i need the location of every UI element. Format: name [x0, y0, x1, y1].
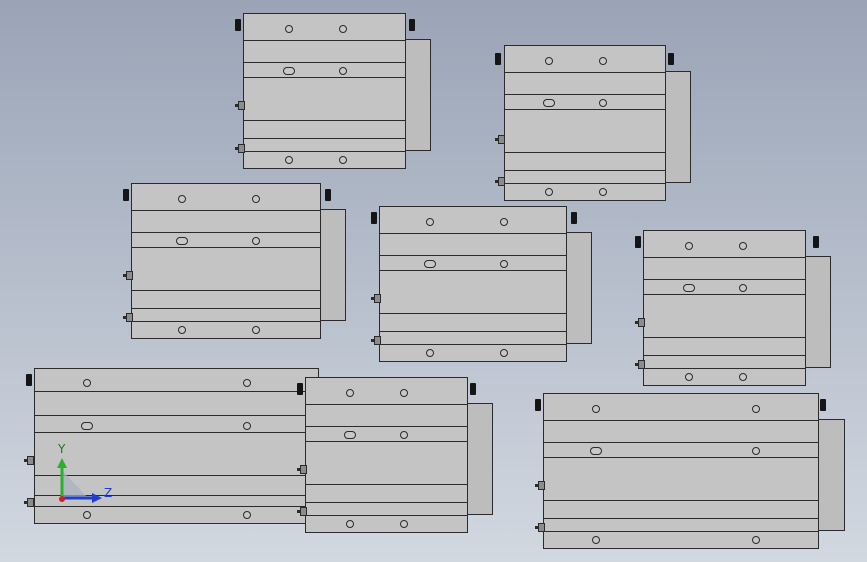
air-fitting-icon [24, 456, 34, 465]
air-fitting-icon [123, 271, 133, 280]
cylinder-body [543, 393, 819, 549]
cad-graphics-viewport[interactable]: Y Z [0, 0, 867, 562]
cylinder-part-5[interactable] [632, 229, 834, 389]
cylinder-part-2[interactable] [494, 44, 694, 204]
cylinder-body [379, 206, 567, 362]
air-fitting-icon [371, 294, 381, 303]
cylinder-body [643, 230, 806, 386]
cylinder-part-7[interactable] [294, 376, 496, 536]
nut-icon [571, 212, 577, 224]
x-axis-origin-dot [59, 496, 65, 502]
cylinder-body [131, 183, 321, 339]
end-plate [319, 209, 346, 321]
air-fitting-icon [495, 177, 505, 186]
air-fitting-icon [297, 507, 307, 516]
end-plate [804, 256, 831, 368]
nut-icon [470, 383, 476, 395]
nut-icon [371, 212, 377, 224]
air-fitting-icon [495, 135, 505, 144]
nut-icon [297, 383, 303, 395]
y-axis-arrow [57, 458, 67, 468]
nut-icon [325, 189, 331, 201]
cylinder-part-3[interactable] [120, 182, 350, 342]
air-fitting-icon [371, 336, 381, 345]
coordinate-triad: Y Z [48, 440, 118, 510]
end-plate [565, 232, 592, 344]
nut-icon [409, 19, 415, 31]
cylinder-part-8[interactable] [532, 392, 850, 552]
z-axis-label: Z [104, 486, 112, 500]
air-fitting-icon [235, 101, 245, 110]
air-fitting-icon [24, 498, 34, 507]
end-plate [466, 403, 493, 515]
nut-icon [820, 399, 826, 411]
air-fitting-icon [635, 360, 645, 369]
air-fitting-icon [297, 465, 307, 474]
air-fitting-icon [635, 318, 645, 327]
nut-icon [535, 399, 541, 411]
end-plate [817, 419, 845, 531]
cylinder-body [504, 45, 666, 201]
nut-icon [813, 236, 819, 248]
end-plate [404, 39, 431, 151]
cylinder-body [243, 13, 406, 169]
triad-axes-icon: Y Z [57, 442, 112, 503]
nut-icon [668, 53, 674, 65]
cylinder-body [305, 377, 468, 533]
cylinder-part-4[interactable] [368, 205, 596, 365]
air-fitting-icon [123, 313, 133, 322]
nut-icon [635, 236, 641, 248]
end-plate [664, 71, 691, 183]
nut-icon [235, 19, 241, 31]
z-axis-arrow [92, 493, 102, 503]
y-axis-label: Y [57, 442, 66, 456]
cylinder-part-1[interactable] [232, 12, 437, 172]
nut-icon [495, 53, 501, 65]
air-fitting-icon [535, 523, 545, 532]
air-fitting-icon [235, 144, 245, 153]
nut-icon [26, 374, 32, 386]
air-fitting-icon [535, 481, 545, 490]
nut-icon [123, 189, 129, 201]
